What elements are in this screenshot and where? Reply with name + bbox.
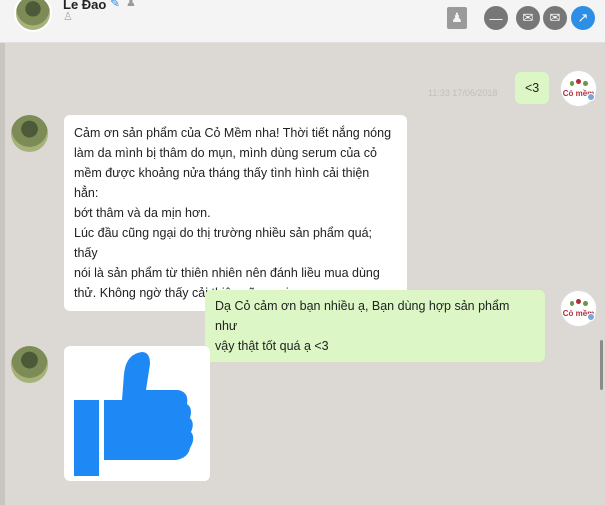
message-line: làm da mình bị thâm do mụn, mình dùng se… — [74, 146, 377, 160]
brand-avatar[interactable]: Cỏ mềm — [560, 290, 597, 327]
brand-avatar[interactable]: Cỏ mềm — [560, 70, 597, 107]
message-bubble-incoming[interactable]: Cảm ơn sản phẩm của Cỏ Mềm nha! Thời tiế… — [64, 115, 407, 311]
message-line: mềm được khoảng nửa tháng thấy tình hình… — [74, 166, 370, 200]
message-text: <3 — [525, 81, 540, 95]
online-status-icon — [587, 313, 595, 321]
contact-avatar[interactable] — [14, 0, 52, 32]
contact-avatar[interactable] — [11, 346, 48, 383]
cake-icon: ♟ — [126, 0, 136, 9]
message-line: bớt thâm và da mịn hơn. — [74, 206, 211, 220]
clipboard-icon[interactable]: ♟ — [447, 7, 467, 29]
chat-scrollbar[interactable] — [600, 340, 603, 390]
message-bubble-outgoing[interactable]: <3 — [515, 72, 550, 104]
minus-icon[interactable]: — — [484, 6, 508, 30]
open-icon[interactable]: ↗ — [571, 6, 595, 30]
left-rail — [0, 43, 5, 505]
online-status-icon — [587, 93, 595, 101]
message-line: vậy thật tốt quá ạ <3 — [215, 339, 329, 353]
sticker-message[interactable] — [64, 346, 210, 481]
message-line: Cảm ơn sản phẩm của Cỏ Mềm nha! Thời tiế… — [74, 126, 392, 140]
message-timestamp: 11:33 17/06/2018 — [428, 88, 498, 98]
mail-icon[interactable]: ✉ — [516, 6, 540, 30]
brand-logo-icon — [569, 299, 588, 309]
message-line: nói là sản phẩm từ thiên nhiên nên đánh … — [74, 266, 380, 280]
message-line: Lúc đầu cũng ngại do thị trường nhiều sả… — [74, 226, 373, 260]
user-icon: ♙ — [63, 11, 73, 23]
thumbs-up-icon — [74, 352, 194, 476]
brand-logo-icon — [569, 79, 588, 89]
mail-forward-icon[interactable]: ✉ — [543, 6, 567, 30]
message-bubble-outgoing[interactable]: Dạ Cỏ cảm ơn bạn nhiều ạ, Bạn dùng hợp s… — [205, 290, 545, 362]
message-line: Dạ Cỏ cảm ơn bạn nhiều ạ, Bạn dùng hợp s… — [215, 299, 510, 333]
contact-avatar[interactable] — [11, 115, 48, 152]
leaf-icon: ✎ — [110, 0, 121, 10]
chat-header: Le Đao ✎ ♟ ♙ ♟ — ✉ ✉ ↗ — [0, 0, 605, 43]
